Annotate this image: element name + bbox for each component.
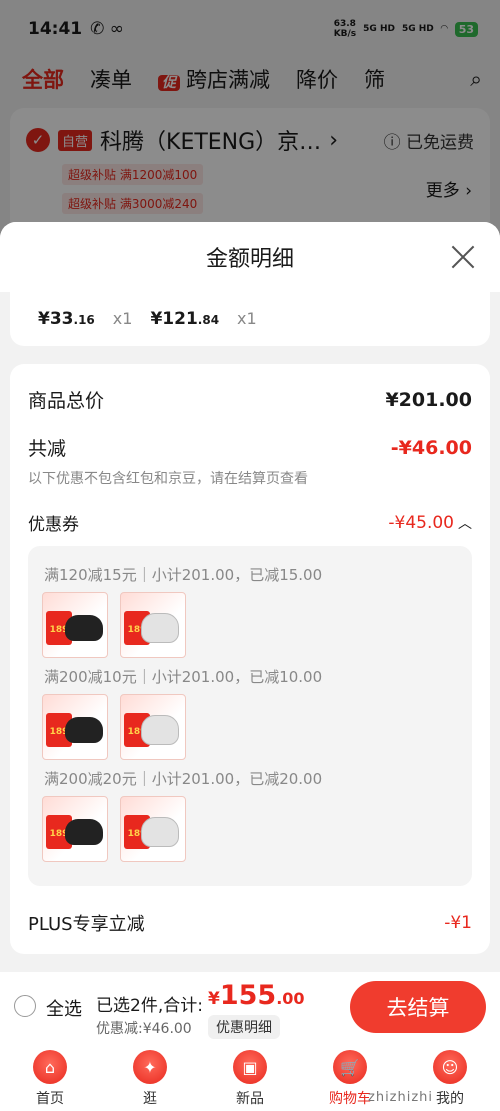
product-thumb-white-controller[interactable]: 189	[120, 796, 186, 862]
checkout-bar: 全选 已选2件,合计: ¥155.00 优惠减:¥46.00 优惠明细 去结算	[0, 972, 500, 1042]
coupon-groups: 满120减15元｜小计201.00，已减15.00 189 189 满200减1…	[28, 546, 472, 886]
reduce-row: 共减 -¥46.00	[28, 434, 472, 461]
coupon-group-thumbs-1: 189 189	[42, 592, 186, 658]
discount-summary: 优惠减:¥46.00	[96, 1021, 192, 1037]
sheet-title: 金额明细	[205, 247, 294, 272]
product-thumb-white-controller[interactable]: 189	[120, 592, 186, 658]
item-prices: ¥33.16 x1 ¥121.84 x1	[10, 292, 490, 346]
reduce-label: 共减	[28, 438, 67, 460]
chevron-up-icon[interactable]: ︿	[458, 513, 472, 533]
plus-discount-value: -¥1	[444, 913, 472, 933]
tab-new[interactable]: ▣ 新品	[200, 1042, 300, 1111]
reduce-note: 以下优惠不包含红包和京豆，请在结算页查看	[28, 471, 308, 487]
cart-icon: 🛒	[333, 1050, 367, 1084]
close-icon[interactable]	[450, 244, 476, 270]
item-price-2: ¥121.84 x1	[150, 309, 257, 329]
product-thumb-white-controller[interactable]: 189	[120, 694, 186, 760]
coupon-label: 优惠券	[28, 515, 79, 535]
reduce-value: -¥46.00	[390, 436, 472, 459]
product-thumb-black-controller[interactable]: 189	[42, 694, 108, 760]
item-price-1: ¥33.16 x1	[38, 309, 133, 329]
item-qty-2: x1	[237, 309, 257, 328]
box-icon: ▣	[233, 1050, 267, 1084]
coupon-value: -¥45.00	[388, 512, 454, 533]
coupon-group-title-3: 满200减20元｜小计201.00，已减20.00	[44, 770, 323, 788]
select-all-radio[interactable]	[14, 995, 36, 1017]
coupon-row[interactable]: 优惠券 -¥45.00 ︿	[28, 510, 472, 536]
tab-browse[interactable]: ✦ 逛	[100, 1042, 200, 1111]
selected-summary: 已选2件,合计:	[96, 996, 203, 1016]
select-all-label[interactable]: 全选	[46, 995, 82, 1021]
amount-detail-sheet: 金额明细 ¥33.16 x1 ¥121.84 x1 商品总价 ¥201.00 共…	[0, 222, 500, 972]
checkout-total: ¥155.00	[208, 980, 305, 1011]
item-qty-1: x1	[112, 309, 133, 328]
checkout-button[interactable]: 去结算	[350, 981, 486, 1033]
product-thumb-black-controller[interactable]: 189	[42, 796, 108, 862]
total-price-value: ¥201.00	[385, 388, 472, 411]
coupon-group-title-1: 满120减15元｜小计201.00，已减15.00	[44, 566, 323, 584]
coupon-group-thumbs-3: 189 189	[42, 796, 186, 862]
product-thumb-black-controller[interactable]: 189	[42, 592, 108, 658]
plus-discount-label: PLUS专享立减	[28, 914, 145, 935]
home-icon: ⌂	[33, 1050, 67, 1084]
total-price-row: 商品总价 ¥201.00	[28, 386, 472, 413]
coupon-group-title-2: 满200减10元｜小计201.00，已减10.00	[44, 668, 323, 686]
total-price-label: 商品总价	[28, 390, 105, 412]
watermark: zhizhizhi	[368, 1090, 434, 1105]
avatar-icon: ☺	[433, 1050, 467, 1084]
tab-home[interactable]: ⌂ 首页	[0, 1042, 100, 1111]
amount-detail-card: 商品总价 ¥201.00 共减 -¥46.00 以下优惠不包含红包和京豆，请在结…	[10, 364, 490, 954]
discount-detail-button[interactable]: 优惠明细	[208, 1015, 280, 1039]
coupon-group-thumbs-2: 189 189	[42, 694, 186, 760]
browse-icon: ✦	[133, 1050, 167, 1084]
plus-discount-row: PLUS专享立减 -¥1	[28, 910, 472, 936]
sheet-header: 金额明细	[0, 222, 500, 292]
